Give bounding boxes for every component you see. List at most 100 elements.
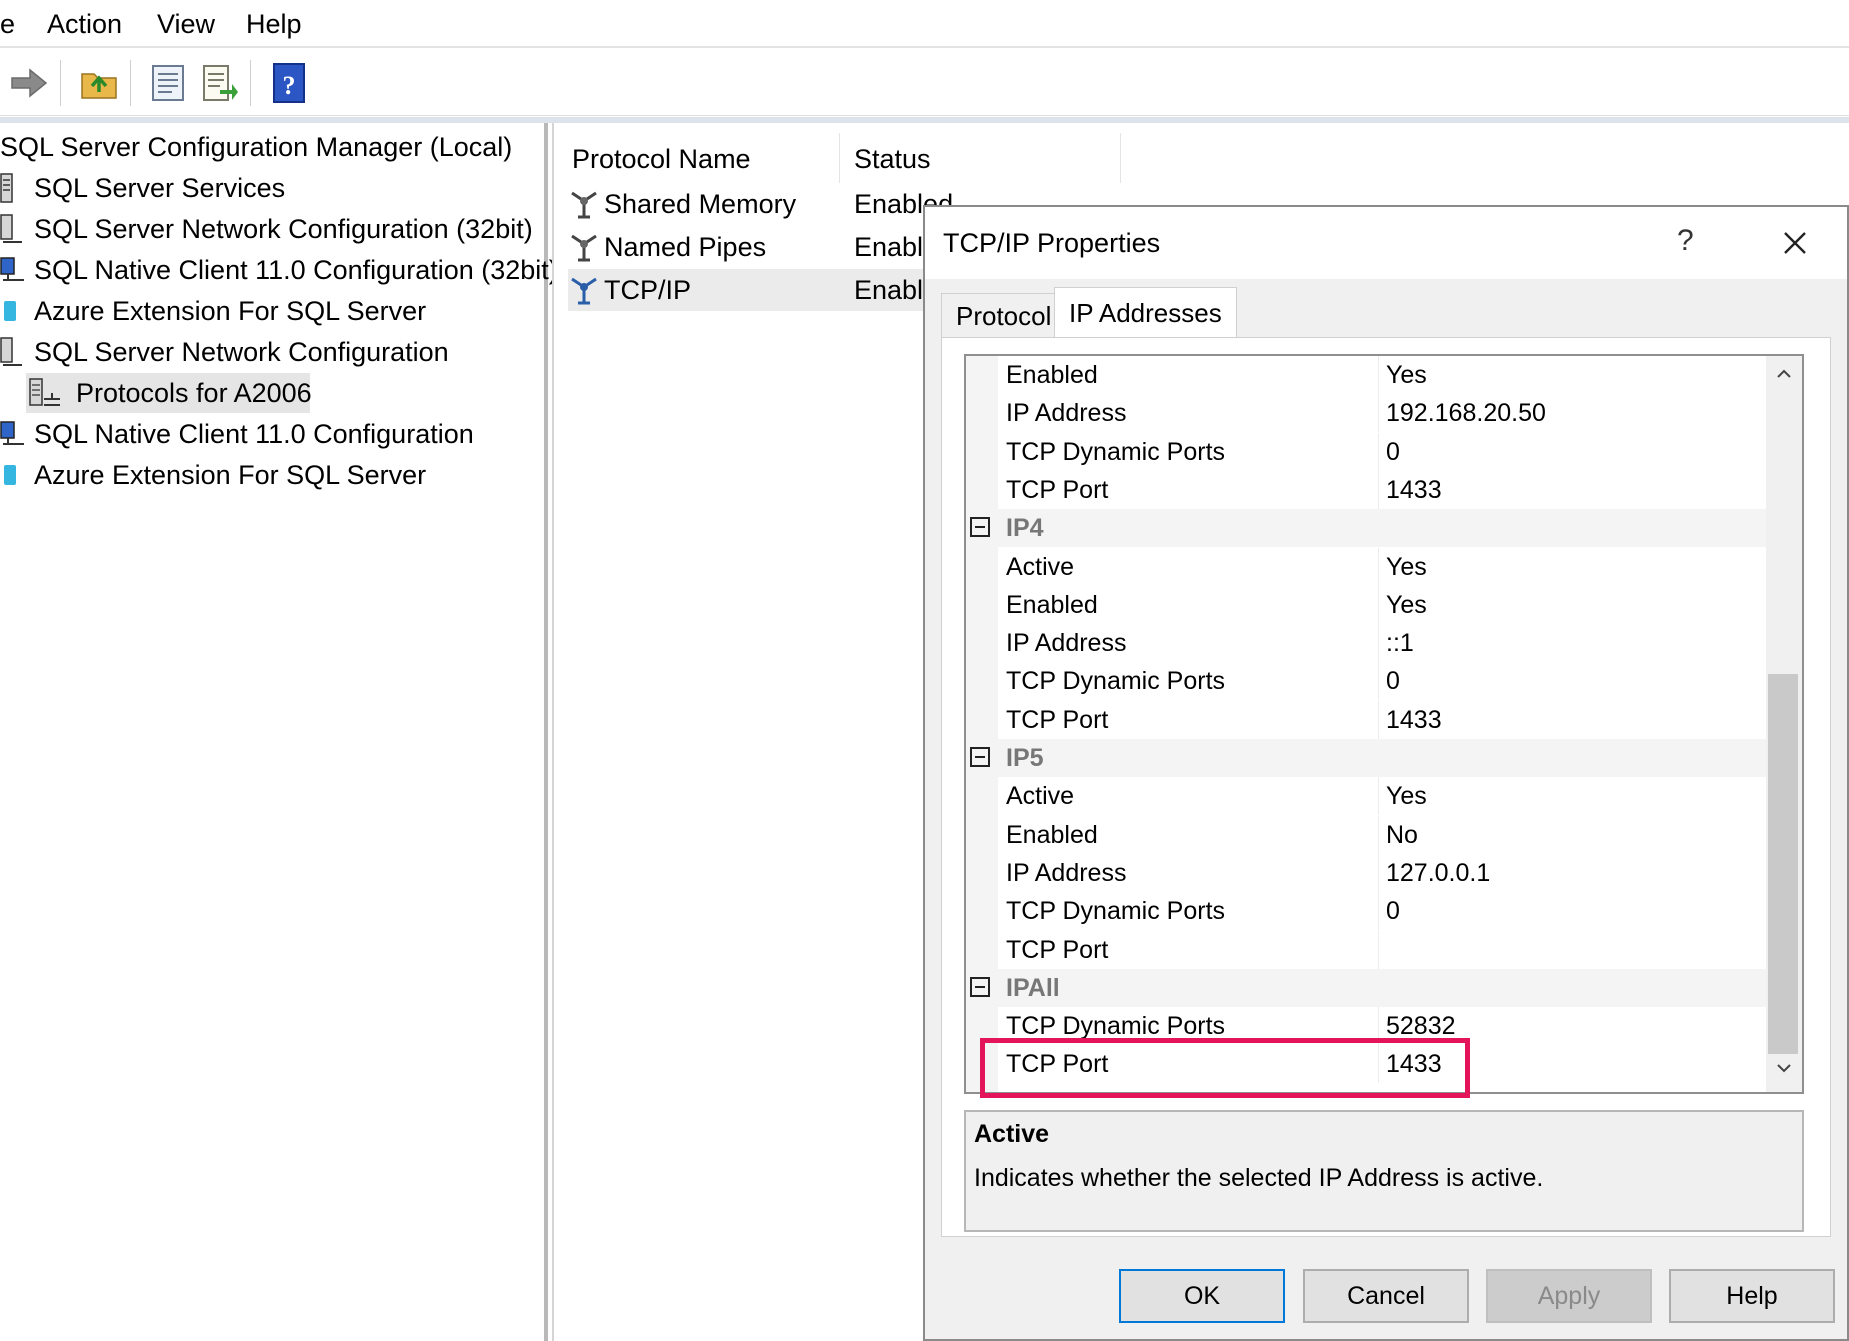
grid-property-row[interactable]: IP Address::1 (966, 624, 1766, 663)
grid-property-row[interactable]: TCP Port 1433 (966, 700, 1766, 739)
menu-view[interactable]: View (157, 8, 215, 40)
tree-item-label: Azure Extension For SQL Server (34, 296, 427, 326)
grid-property-name: IP Address (1006, 858, 1127, 887)
grid-property-row[interactable]: Enabled No (966, 815, 1766, 854)
property-grid: Enabled Yes IP Address 192.168.20.50 TCP Dyn… (964, 354, 1804, 1094)
tree-item-protocols-for-a2006[interactable]: Protocols for A2006 (26, 373, 312, 413)
grid-category-ip4[interactable]: IP4 (966, 509, 1766, 548)
ok-button[interactable]: OK (1119, 1269, 1285, 1323)
grid-property-value[interactable]: ::1 (1386, 624, 1414, 662)
scrollbar-thumb[interactable] (1768, 674, 1798, 1054)
tree-item-label: SQL Server Services (34, 173, 286, 203)
grid-property-row[interactable]: Enabled Yes (966, 356, 1766, 394)
network-config-icon (0, 336, 30, 368)
tree-item-label: SQL Server Network Configuration (32bit) (34, 214, 533, 244)
properties-sheet-icon[interactable] (147, 62, 189, 104)
grid-property-name: TCP Dynamic Ports (1006, 437, 1226, 466)
grid-property-value[interactable]: Yes (1386, 548, 1427, 586)
grid-property-row[interactable]: TCP Dynamic Ports 0 (966, 662, 1766, 701)
grid-property-value[interactable]: 0 (1386, 892, 1400, 930)
grid-property-name: Enabled (1006, 820, 1098, 849)
scroll-down-icon[interactable] (1774, 1058, 1794, 1083)
grid-property-row[interactable]: Enabled Yes (966, 585, 1766, 624)
grid-property-name: IP Address (1006, 399, 1127, 428)
protocol-icon (568, 275, 602, 317)
ip-addresses-tab-page: Enabled Yes IP Address 192.168.20.50 TCP Dyn… (941, 337, 1831, 1237)
property-description: Active Indicates whether the selected IP… (964, 1110, 1804, 1232)
native-client-icon (0, 418, 30, 450)
network-config-icon (0, 213, 30, 245)
column-header-protocol-name[interactable]: Protocol Name (572, 139, 751, 179)
protocol-name: Named Pipes (604, 232, 767, 262)
protocol-name: TCP/IP (604, 275, 692, 305)
close-icon[interactable] (1775, 223, 1815, 263)
forward-arrow-icon[interactable] (8, 62, 50, 104)
column-divider[interactable] (1120, 133, 1121, 183)
tab-protocol[interactable]: Protocol (941, 293, 1067, 337)
menu-bar: e Action View Help (0, 0, 1849, 48)
grid-property-name: Enabled (1006, 590, 1098, 619)
column-header-status[interactable]: Status (854, 139, 931, 179)
grid-property-name: TCP Port (1006, 935, 1109, 964)
collapse-icon[interactable] (970, 517, 990, 538)
grid-property-row[interactable]: IP Address 192.168.20.50 (966, 394, 1766, 433)
grid-property-value[interactable]: Yes (1386, 586, 1427, 624)
grid-property-row[interactable]: TCP Port 1433 (966, 470, 1766, 509)
collapse-icon[interactable] (970, 747, 990, 767)
menu-action[interactable]: Action (47, 8, 122, 40)
tree-item-label: SQL Native Client 11.0 Configuration (34, 419, 474, 449)
grid-property-value[interactable]: 0 (1386, 433, 1400, 471)
grid-property-name: TCP Port (1006, 705, 1109, 734)
menu-file[interactable]: e (0, 8, 15, 40)
export-list-icon[interactable] (198, 62, 240, 104)
protocol-icon (568, 189, 602, 231)
grid-property-row[interactable]: Active Yes (966, 547, 1766, 586)
grid-property-name: IP Address (1006, 629, 1127, 658)
grid-property-name: Enabled (1006, 361, 1098, 389)
grid-property-value[interactable]: 1433 (1386, 1045, 1442, 1083)
svg-text:?: ? (283, 71, 296, 100)
grid-property-value[interactable]: 1433 (1386, 471, 1442, 509)
help-icon[interactable]: ? (268, 62, 310, 104)
grid-property-row[interactable]: IP Address 127.0.0.1 (966, 853, 1766, 892)
azure-extension-icon (0, 295, 30, 327)
grid-property-row[interactable]: Active Yes (966, 777, 1766, 816)
grid-property-value[interactable]: 127.0.0.1 (1386, 854, 1490, 892)
grid-property-value[interactable]: 52832 (1386, 1007, 1456, 1045)
apply-button[interactable]: Apply (1486, 1269, 1652, 1323)
grid-property-row[interactable]: TCP Port 1433 (966, 1045, 1766, 1084)
protocol-name: Shared Memory (604, 189, 797, 219)
grid-category-ip5[interactable]: IP5 (966, 739, 1766, 777)
grid-property-value[interactable]: Yes (1386, 777, 1427, 815)
grid-property-row[interactable]: TCP Dynamic Ports 52832 (966, 1007, 1766, 1046)
dialog-title-bar[interactable]: TCP/IP Properties ? (925, 207, 1847, 279)
grid-property-name: Active (1006, 782, 1075, 811)
grid-property-value[interactable]: 0 (1386, 662, 1400, 700)
up-folder-icon[interactable] (78, 62, 120, 104)
help-button[interactable]: Help (1669, 1269, 1835, 1323)
grid-property-value[interactable]: No (1386, 816, 1418, 854)
grid-property-value[interactable]: Yes (1386, 356, 1427, 394)
cancel-button[interactable]: Cancel (1303, 1269, 1469, 1323)
grid-property-name: TCP Dynamic Ports (1006, 1012, 1226, 1041)
grid-category-ipall[interactable]: IPAll (966, 968, 1766, 1007)
tab-ip-addresses[interactable]: IP Addresses (1054, 287, 1237, 337)
vertical-scrollbar[interactable] (1766, 356, 1802, 1092)
tree-item-label: Protocols for A2006 (76, 378, 312, 408)
grid-property-row[interactable]: TCP Dynamic Ports 0 (966, 432, 1766, 471)
column-divider[interactable] (839, 133, 840, 183)
scroll-up-icon[interactable] (1774, 364, 1794, 389)
collapse-icon[interactable] (970, 976, 990, 997)
grid-category-label: IP4 (1006, 514, 1044, 543)
grid-property-name: TCP Port (1006, 475, 1109, 504)
tree-pane: SQL Server Configuration Manager (Local)… (0, 123, 558, 1341)
grid-property-value[interactable]: 1433 (1386, 701, 1442, 739)
menu-help[interactable]: Help (246, 8, 302, 40)
toolbar: ? (0, 50, 1849, 116)
grid-property-value[interactable]: 192.168.20.50 (1386, 394, 1546, 432)
grid-property-row[interactable]: TCP Dynamic Ports 0 (966, 892, 1766, 931)
dialog-title: TCP/IP Properties (943, 228, 1161, 258)
context-help-button[interactable]: ? (1677, 221, 1694, 261)
grid-property-row[interactable]: TCP Port (966, 930, 1766, 969)
grid-property-name: Active (1006, 552, 1075, 581)
